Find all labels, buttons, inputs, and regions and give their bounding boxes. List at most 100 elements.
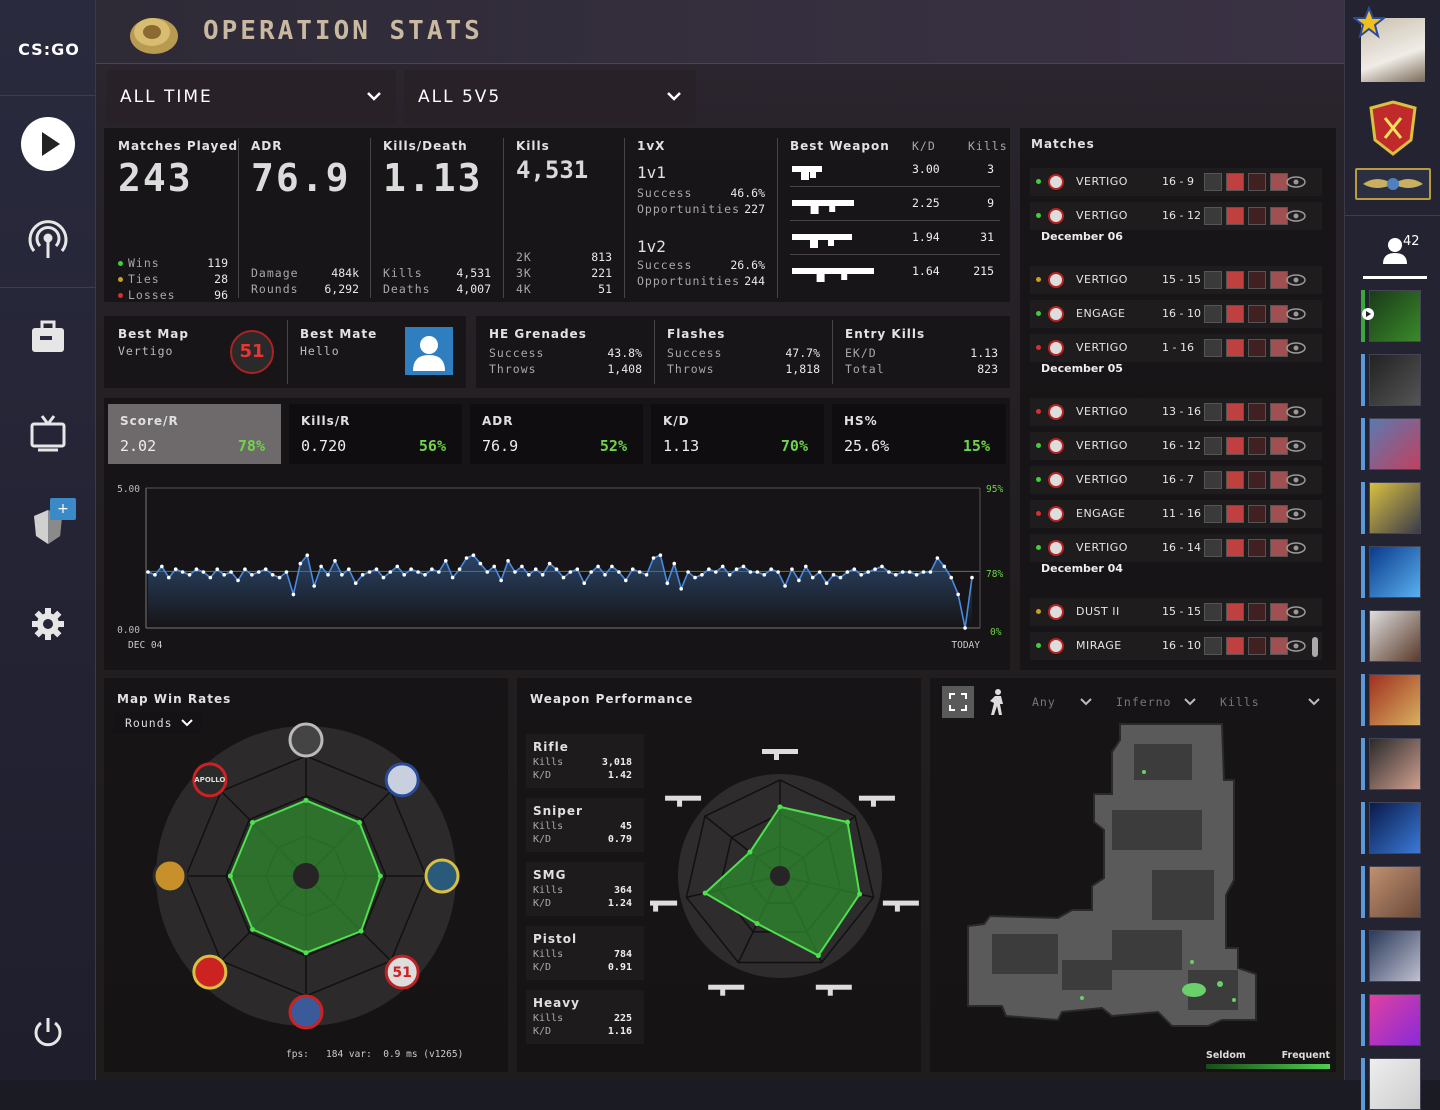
result-dot	[1036, 477, 1041, 482]
radar-center	[293, 863, 319, 889]
weapon-category-heavy[interactable]: Heavy Kills K/D 225 1.16	[526, 990, 644, 1044]
friend-avatar[interactable]	[1369, 1058, 1421, 1110]
match-row[interactable]: VERTIGO 16 - 7	[1030, 466, 1322, 494]
weapon-kills-value: 784	[613, 949, 632, 960]
mode-filter-dropdown[interactable]: ALL 5V5	[404, 70, 696, 124]
team-player-avatar	[1248, 637, 1266, 655]
1v1-opp-label: Opportunities	[637, 202, 741, 216]
inferno-heatmap[interactable]	[962, 720, 1292, 1040]
watch-replay-icon[interactable]	[1286, 472, 1306, 491]
side-dropdown[interactable]: Any	[1026, 692, 1096, 712]
weapon-kd-value: 1.42	[607, 770, 632, 781]
result-dot	[1036, 443, 1041, 448]
friend-avatar[interactable]	[1369, 418, 1421, 470]
power-button[interactable]	[18, 1002, 78, 1062]
flash-throws-label: Throws	[667, 362, 715, 376]
data-point	[838, 575, 843, 580]
watch-replay-icon[interactable]	[1286, 404, 1306, 423]
time-filter-dropdown[interactable]: ALL TIME	[106, 70, 396, 124]
match-row[interactable]: VERTIGO 16 - 12	[1030, 432, 1322, 460]
match-row[interactable]: VERTIGO 1 - 16	[1030, 334, 1322, 362]
watch-replay-icon[interactable]	[1286, 306, 1306, 325]
metric-tile-kd[interactable]: K/D 1.13 70%	[651, 404, 824, 464]
data-point	[236, 578, 240, 583]
weapon-category-sniper[interactable]: Sniper Kills K/D 45 0.79	[526, 798, 644, 852]
friend-avatar[interactable]	[1369, 674, 1421, 726]
weapon-category-smg[interactable]: SMG Kills K/D 364 1.24	[526, 862, 644, 916]
match-row[interactable]: ENGAGE 16 - 10	[1030, 300, 1322, 328]
map-winrate-point	[377, 873, 383, 879]
friend-avatar[interactable]	[1369, 802, 1421, 854]
watch-replay-icon[interactable]	[1286, 604, 1306, 623]
team-player-avatar	[1226, 403, 1244, 421]
result-dot	[1036, 179, 1041, 184]
play-button[interactable]	[18, 114, 78, 174]
operation-button[interactable]: +	[18, 496, 78, 556]
metric-name: Score/R	[120, 414, 179, 428]
match-row[interactable]: VERTIGO 13 - 16	[1030, 398, 1322, 426]
data-point	[907, 570, 912, 574]
watch-replay-icon[interactable]	[1286, 174, 1306, 193]
metric-dropdown[interactable]: Kills	[1214, 692, 1324, 712]
watch-replay-icon[interactable]	[1286, 272, 1306, 291]
metric-tile-hs[interactable]: HS% 25.6% 15%	[832, 404, 1006, 464]
data-point	[270, 573, 275, 577]
inventory-button[interactable]	[18, 306, 78, 366]
settings-button[interactable]	[18, 594, 78, 654]
series-area	[148, 555, 972, 628]
metric-dropdown-value: Kills	[1220, 695, 1260, 709]
watch-replay-icon[interactable]	[1286, 540, 1306, 559]
match-row[interactable]: VERTIGO 15 - 15	[1030, 266, 1322, 294]
watch-replay-icon[interactable]	[1286, 208, 1306, 227]
match-row[interactable]: DUST II 15 - 15	[1030, 598, 1322, 626]
best-mate-avatar[interactable]	[405, 327, 453, 375]
match-map: VERTIGO	[1076, 341, 1128, 354]
watch-button[interactable]	[18, 402, 78, 462]
friend-avatar[interactable]	[1369, 610, 1421, 662]
match-row[interactable]: VERTIGO 16 - 9	[1030, 168, 1322, 196]
friend-avatar[interactable]	[1369, 290, 1421, 342]
watch-replay-icon[interactable]	[1286, 638, 1306, 657]
weapon-icon	[708, 984, 745, 996]
match-row[interactable]: MIRAGE 16 - 10	[1030, 632, 1322, 660]
match-score: 15 - 15	[1162, 273, 1201, 286]
operation-coin-icon	[130, 18, 178, 54]
friend-avatar[interactable]	[1369, 930, 1421, 982]
watch-replay-icon[interactable]	[1286, 506, 1306, 525]
metric-tile-adr[interactable]: ADR 76.9 52%	[470, 404, 643, 464]
match-row[interactable]: VERTIGO 16 - 14	[1030, 534, 1322, 562]
friend-status-bar	[1361, 418, 1365, 470]
friend-status-bar	[1361, 482, 1365, 534]
map-badge-label: 51	[392, 965, 411, 981]
friend-avatar[interactable]	[1369, 994, 1421, 1046]
data-point	[243, 567, 247, 571]
friend-avatar[interactable]	[1369, 738, 1421, 790]
result-dot	[1036, 643, 1041, 648]
metric-tile-killsr[interactable]: Kills/R 0.720 56%	[289, 404, 462, 464]
weapon-category-pistol[interactable]: Pistol Kills K/D 784 0.91	[526, 926, 644, 980]
match-row[interactable]: ENGAGE 11 - 16	[1030, 500, 1322, 528]
weapon-category-rifle[interactable]: Rifle Kills K/D 3,018 1.42	[526, 734, 644, 788]
metric-pct: 15%	[962, 437, 990, 455]
metric-pct: 70%	[780, 437, 808, 455]
match-row[interactable]: VERTIGO 16 - 12	[1030, 202, 1322, 230]
counter-terrorist-icon[interactable]	[986, 688, 1008, 716]
friend-avatar[interactable]	[1369, 354, 1421, 406]
data-point	[540, 573, 545, 577]
map-dropdown[interactable]: Inferno	[1110, 692, 1200, 712]
friend-avatar[interactable]	[1369, 546, 1421, 598]
csgo-logo[interactable]: CS:GO	[14, 40, 84, 59]
watch-replay-icon[interactable]	[1286, 438, 1306, 457]
team-player-avatar	[1204, 603, 1222, 621]
data-point	[430, 567, 434, 571]
friend-avatar[interactable]	[1369, 866, 1421, 918]
matches-scrollbar[interactable]	[1312, 637, 1318, 657]
fullscreen-button[interactable]	[942, 686, 974, 718]
metric-name: HS%	[844, 414, 878, 428]
metric-tile-scorer[interactable]: Score/R 2.02 78%	[108, 404, 281, 464]
watch-replay-icon[interactable]	[1286, 340, 1306, 359]
friend-avatar[interactable]	[1369, 482, 1421, 534]
data-point	[748, 570, 753, 574]
3k-label: 3K	[516, 266, 532, 280]
watch-live-button[interactable]	[18, 208, 78, 268]
